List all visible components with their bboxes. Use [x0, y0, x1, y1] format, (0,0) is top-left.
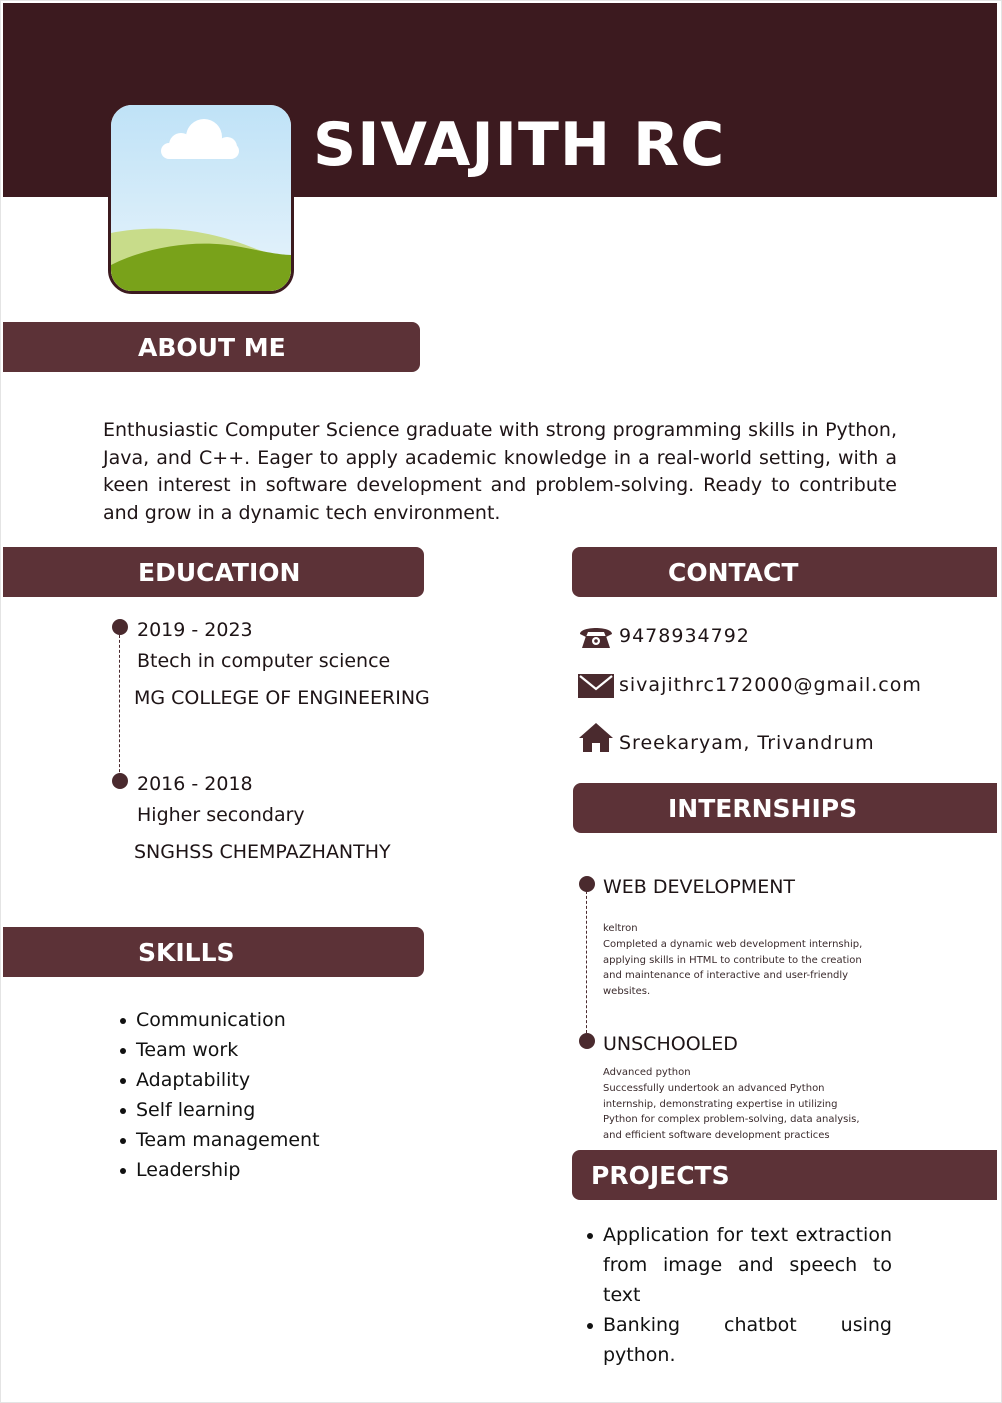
contact-address: Sreekaryam, Trivandrum	[619, 732, 875, 754]
skill-item: Adaptability	[118, 1066, 320, 1096]
internships-section-header: INTERNSHIPS	[573, 783, 997, 833]
contact-section-header: CONTACT	[572, 547, 997, 597]
education-timeline-dot	[112, 773, 128, 789]
internship-title: WEB DEVELOPMENT	[603, 876, 796, 898]
skill-item: Team work	[118, 1036, 320, 1066]
education-degree: Higher secondary	[137, 804, 305, 826]
skill-item: Self learning	[118, 1096, 320, 1126]
education-degree: Btech in computer science	[137, 650, 391, 672]
skills-section-header: SKILLS	[3, 927, 424, 977]
landscape-image-icon	[111, 105, 291, 291]
internship-description: Completed a dynamic web development inte…	[603, 939, 863, 997]
about-text: Enthusiastic Computer Science graduate w…	[103, 419, 897, 524]
skill-item: Team management	[118, 1126, 320, 1156]
home-icon	[579, 723, 613, 752]
internship-timeline-line	[586, 886, 587, 1038]
education-school: MG COLLEGE OF ENGINEERING	[134, 687, 430, 709]
contact-title: CONTACT	[668, 557, 799, 587]
internships-title: INTERNSHIPS	[668, 793, 858, 823]
about-title: ABOUT ME	[138, 332, 286, 362]
profile-photo	[108, 102, 294, 294]
internship-description: Successfully undertook an advanced Pytho…	[603, 1083, 860, 1141]
projects-title: PROJECTS	[591, 1160, 730, 1190]
phone-icon	[580, 628, 612, 648]
education-years: 2016 - 2018	[137, 773, 253, 795]
education-years: 2019 - 2023	[137, 619, 253, 641]
envelope-icon	[578, 674, 614, 698]
about-section-header: ABOUT ME	[3, 322, 420, 372]
skills-list: Communication Team work Adaptability Sel…	[118, 1006, 320, 1186]
contact-phone[interactable]: 9478934792	[619, 625, 750, 647]
internship-timeline-dot	[579, 876, 595, 892]
contact-email[interactable]: sivajithrc172000@gmail.com	[619, 674, 922, 696]
project-item: Application for text extraction from ima…	[585, 1220, 892, 1310]
candidate-name: SIVAJITH RC	[313, 110, 726, 180]
internship-org: keltron	[603, 923, 638, 934]
skill-item: Communication	[118, 1006, 320, 1036]
internship-timeline-dot	[579, 1033, 595, 1049]
education-section-header: EDUCATION	[3, 547, 424, 597]
education-timeline-line	[119, 630, 120, 782]
education-title: EDUCATION	[138, 557, 301, 587]
skills-title: SKILLS	[138, 937, 235, 967]
education-timeline-dot	[112, 619, 128, 635]
project-item: Banking chatbot using python.	[585, 1310, 892, 1370]
education-school: SNGHSS CHEMPAZHANTHY	[134, 841, 391, 863]
internship-title: UNSCHOOLED	[603, 1033, 738, 1055]
projects-list: Application for text extraction from ima…	[585, 1220, 892, 1370]
projects-section-header: PROJECTS	[572, 1150, 997, 1200]
internship-org: Advanced python	[603, 1067, 691, 1078]
skill-item: Leadership	[118, 1156, 320, 1186]
